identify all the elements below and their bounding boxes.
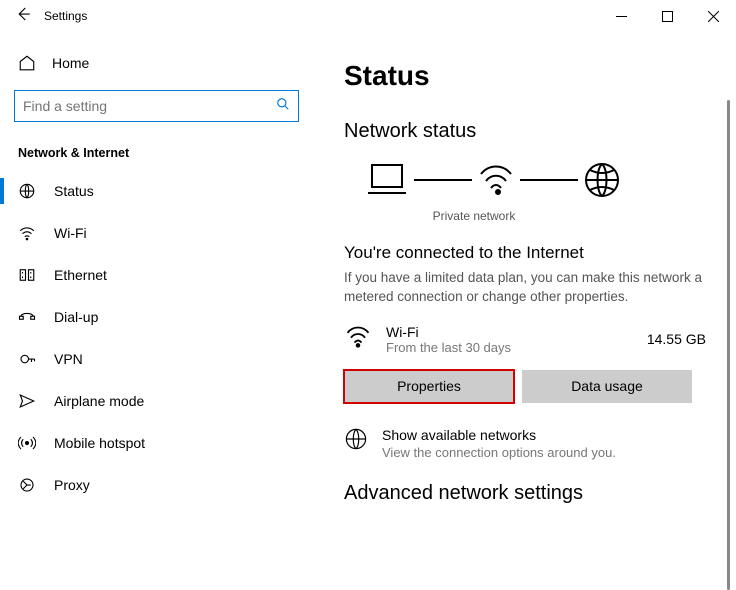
status-icon	[18, 182, 36, 200]
wifi-icon	[18, 224, 36, 242]
content-area: Status Network status Private network Yo…	[310, 32, 736, 583]
home-link[interactable]: Home	[0, 46, 310, 80]
sidebar-item-label: Ethernet	[54, 267, 107, 283]
sidebar-item-label: Proxy	[54, 477, 90, 493]
network-diagram	[364, 159, 736, 201]
wifi-sublabel: From the last 30 days	[386, 340, 511, 355]
sidebar-item-label: Airplane mode	[54, 393, 144, 409]
window-title: Settings	[44, 9, 87, 23]
globe-icon	[344, 427, 368, 460]
advanced-title: Advanced network settings	[344, 482, 736, 505]
airplane-icon	[18, 392, 36, 410]
proxy-icon	[18, 476, 36, 494]
section-title: Network status	[344, 120, 736, 143]
sidebar-item-wifi[interactable]: Wi-Fi	[0, 212, 310, 254]
minimize-button[interactable]	[598, 0, 644, 32]
wifi-usage-row: Wi-Fi From the last 30 days 14.55 GB	[344, 323, 736, 356]
hotspot-icon	[18, 434, 36, 452]
sidebar-item-label: VPN	[54, 351, 83, 367]
sidebar-item-label: Status	[54, 183, 94, 199]
connected-desc: If you have a limited data plan, you can…	[344, 269, 714, 307]
data-usage-button[interactable]: Data usage	[522, 370, 692, 403]
globe-icon	[582, 160, 622, 200]
search-icon	[276, 97, 290, 116]
available-title: Show available networks	[382, 427, 616, 443]
vpn-icon	[18, 350, 36, 368]
sidebar: Home Network & Internet Status Wi-Fi Eth…	[0, 32, 310, 583]
sidebar-item-label: Mobile hotspot	[54, 435, 145, 451]
wifi-signal-icon	[476, 160, 516, 200]
sidebar-item-status[interactable]: Status	[0, 170, 310, 212]
back-button[interactable]	[14, 5, 32, 28]
connected-title: You're connected to the Internet	[344, 243, 736, 263]
close-button[interactable]	[690, 0, 736, 32]
sidebar-item-label: Wi-Fi	[54, 225, 87, 241]
category-title: Network & Internet	[18, 146, 310, 160]
sidebar-item-label: Dial-up	[54, 309, 98, 325]
home-label: Home	[52, 55, 89, 71]
sidebar-item-ethernet[interactable]: Ethernet	[0, 254, 310, 296]
sidebar-item-airplane[interactable]: Airplane mode	[0, 380, 310, 422]
sidebar-item-dialup[interactable]: Dial-up	[0, 296, 310, 338]
wifi-label: Wi-Fi	[386, 324, 511, 340]
scrollbar[interactable]	[727, 100, 730, 590]
maximize-button[interactable]	[644, 0, 690, 32]
sidebar-item-hotspot[interactable]: Mobile hotspot	[0, 422, 310, 464]
sidebar-item-proxy[interactable]: Proxy	[0, 464, 310, 506]
diagram-caption: Private network	[344, 209, 604, 223]
ethernet-icon	[18, 266, 36, 284]
properties-button[interactable]: Properties	[344, 370, 514, 403]
dialup-icon	[18, 308, 36, 326]
laptop-icon	[364, 159, 410, 201]
home-icon	[18, 54, 36, 72]
titlebar: Settings	[0, 0, 736, 32]
search-input[interactable]	[14, 90, 299, 122]
wifi-icon	[344, 323, 372, 356]
show-available-networks[interactable]: Show available networks View the connect…	[344, 427, 736, 460]
available-sub: View the connection options around you.	[382, 445, 616, 460]
sidebar-item-vpn[interactable]: VPN	[0, 338, 310, 380]
wifi-amount: 14.55 GB	[647, 331, 706, 347]
page-title: Status	[344, 60, 736, 92]
